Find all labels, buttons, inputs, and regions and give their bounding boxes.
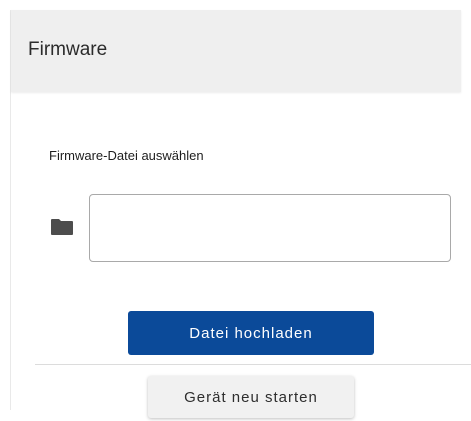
firmware-card: Firmware Firmware-Datei auswählen Datei … (10, 10, 471, 418)
card-header: Firmware (11, 10, 461, 92)
card-title: Firmware (28, 39, 108, 60)
folder-icon[interactable] (50, 218, 74, 236)
divider (35, 364, 471, 365)
upload-file-button[interactable]: Datei hochladen (128, 311, 374, 355)
firmware-file-input[interactable] (89, 194, 451, 262)
firmware-file-label: Firmware-Datei auswählen (49, 148, 204, 163)
restart-device-button[interactable]: Gerät neu starten (148, 376, 354, 418)
